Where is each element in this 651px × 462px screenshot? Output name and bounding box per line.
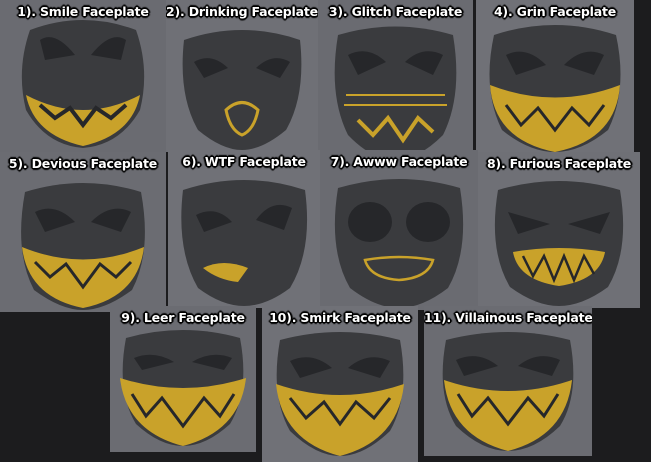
faceplate-label: 9). Leer Faceplate xyxy=(121,310,245,325)
faceplate-tile-awww: 7). Awww Faceplate xyxy=(320,150,478,310)
grin-faceplate-image xyxy=(489,25,621,152)
faceplate-label: 4). Grin Faceplate xyxy=(493,4,617,19)
smirk-faceplate-image xyxy=(276,332,404,456)
faceplate-label: 10). Smirk Faceplate xyxy=(269,310,411,325)
faceplate-tile-grin: 4). Grin Faceplate xyxy=(476,0,634,154)
smile-faceplate-image xyxy=(21,20,145,148)
faceplate-label: 7). Awww Faceplate xyxy=(330,154,468,169)
devious-faceplate-image xyxy=(21,183,145,310)
villainous-faceplate-image xyxy=(442,332,574,451)
faceplate-label: 6). WTF Faceplate xyxy=(182,154,306,169)
awww-faceplate-image xyxy=(334,179,464,308)
faceplate-label: 2). Drinking Faceplate xyxy=(166,4,318,19)
faceplate-tile-smile: 1). Smile Faceplate xyxy=(0,0,166,152)
faceplate-label: 5). Devious Faceplate xyxy=(8,156,158,171)
faceplate-label: 3). Glitch Faceplate xyxy=(328,4,463,19)
leer-faceplate-image xyxy=(120,330,246,446)
faceplate-tile-wtf: 6). WTF Faceplate xyxy=(168,150,320,308)
faceplate-label: 8). Furious Faceplate xyxy=(486,156,632,171)
wtf-faceplate-image xyxy=(181,180,308,306)
drinking-faceplate-image xyxy=(182,30,302,150)
glitch-faceplate-image xyxy=(334,26,457,160)
faceplate-tile-furious: 8). Furious Faceplate xyxy=(478,152,640,308)
faceplate-tile-leer: 9). Leer Faceplate xyxy=(110,306,256,452)
faceplate-tile-devious: 5). Devious Faceplate xyxy=(0,152,166,312)
faceplate-tile-glitch: 3). Glitch Faceplate xyxy=(318,0,473,166)
furious-faceplate-image xyxy=(494,181,624,306)
faceplate-tile-drinking: 2). Drinking Faceplate xyxy=(166,0,318,152)
faceplate-tile-smirk: 10). Smirk Faceplate xyxy=(262,306,418,462)
faceplate-tile-villainous: 11). Villainous Faceplate xyxy=(424,306,592,456)
faceplate-label: 11). Villainous Faceplate xyxy=(424,310,592,325)
faceplate-label: 1). Smile Faceplate xyxy=(17,4,149,19)
